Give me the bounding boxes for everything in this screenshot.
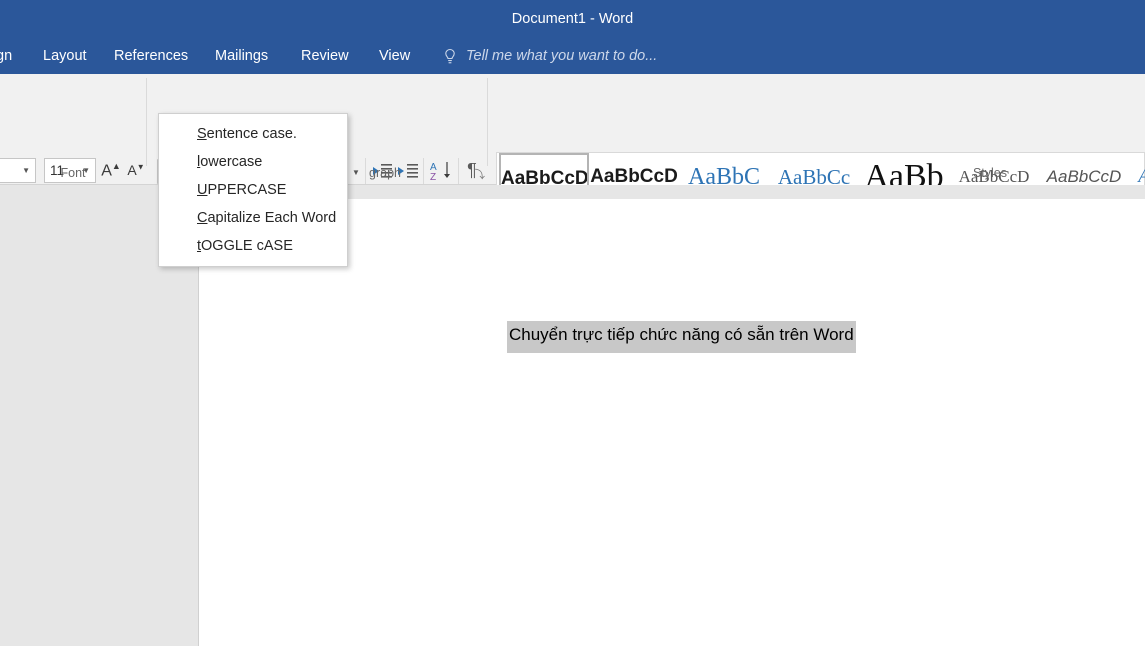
menu-accel: U — [197, 182, 207, 198]
word-window: Document1 - Word gn Layout References Ma… — [0, 0, 1145, 646]
menu-accel: C — [197, 210, 207, 226]
menu-item-uppercase[interactable]: UPPERCASE — [159, 176, 347, 204]
menu-accel: S — [197, 126, 207, 142]
tab-references[interactable]: References — [112, 39, 190, 74]
menu-item-sentence-case[interactable]: Sentence case. — [159, 120, 347, 148]
document-body-text[interactable]: Chuyển trực tiếp chức năng có sẵn trên W… — [507, 321, 856, 353]
tell-me-box[interactable]: Tell me what you want to do... — [466, 39, 657, 74]
styles-group-label: Styles — [860, 164, 1120, 182]
menu-label: entence case. — [207, 126, 297, 142]
menu-label: owercase — [200, 154, 262, 170]
menu-item-lowercase[interactable]: lowercase — [159, 148, 347, 176]
paragraph-group-divider — [487, 78, 488, 166]
menu-label: OGGLE cASE — [201, 238, 293, 254]
menu-item-capitalize-each-word[interactable]: Capitalize Each Word — [159, 204, 347, 232]
tab-mailings[interactable]: Mailings — [213, 39, 270, 74]
window-title: Document1 - Word — [0, 0, 1145, 39]
title-bar: Document1 - Word — [0, 0, 1145, 39]
tab-view[interactable]: View — [377, 39, 412, 74]
font-group-label: Font — [0, 164, 146, 182]
menu-label: PPERCASE — [207, 182, 286, 198]
tab-layout[interactable]: Layout — [41, 39, 89, 74]
font-group-divider — [146, 78, 147, 166]
change-case-menu: Sentence case. lowercase UPPERCASE Capit… — [158, 113, 348, 267]
tab-review[interactable]: Review — [299, 39, 351, 74]
menu-item-toggle-case[interactable]: tOGGLE cASE — [159, 232, 347, 260]
menu-label: apitalize Each Word — [207, 210, 336, 226]
lightbulb-icon — [442, 48, 458, 66]
paragraph-dialog-launcher[interactable]: ⤵ — [474, 166, 485, 182]
ribbon-tab-strip: gn Layout References Mailings Review Vie… — [0, 39, 1145, 74]
tab-design[interactable]: gn — [0, 39, 14, 74]
